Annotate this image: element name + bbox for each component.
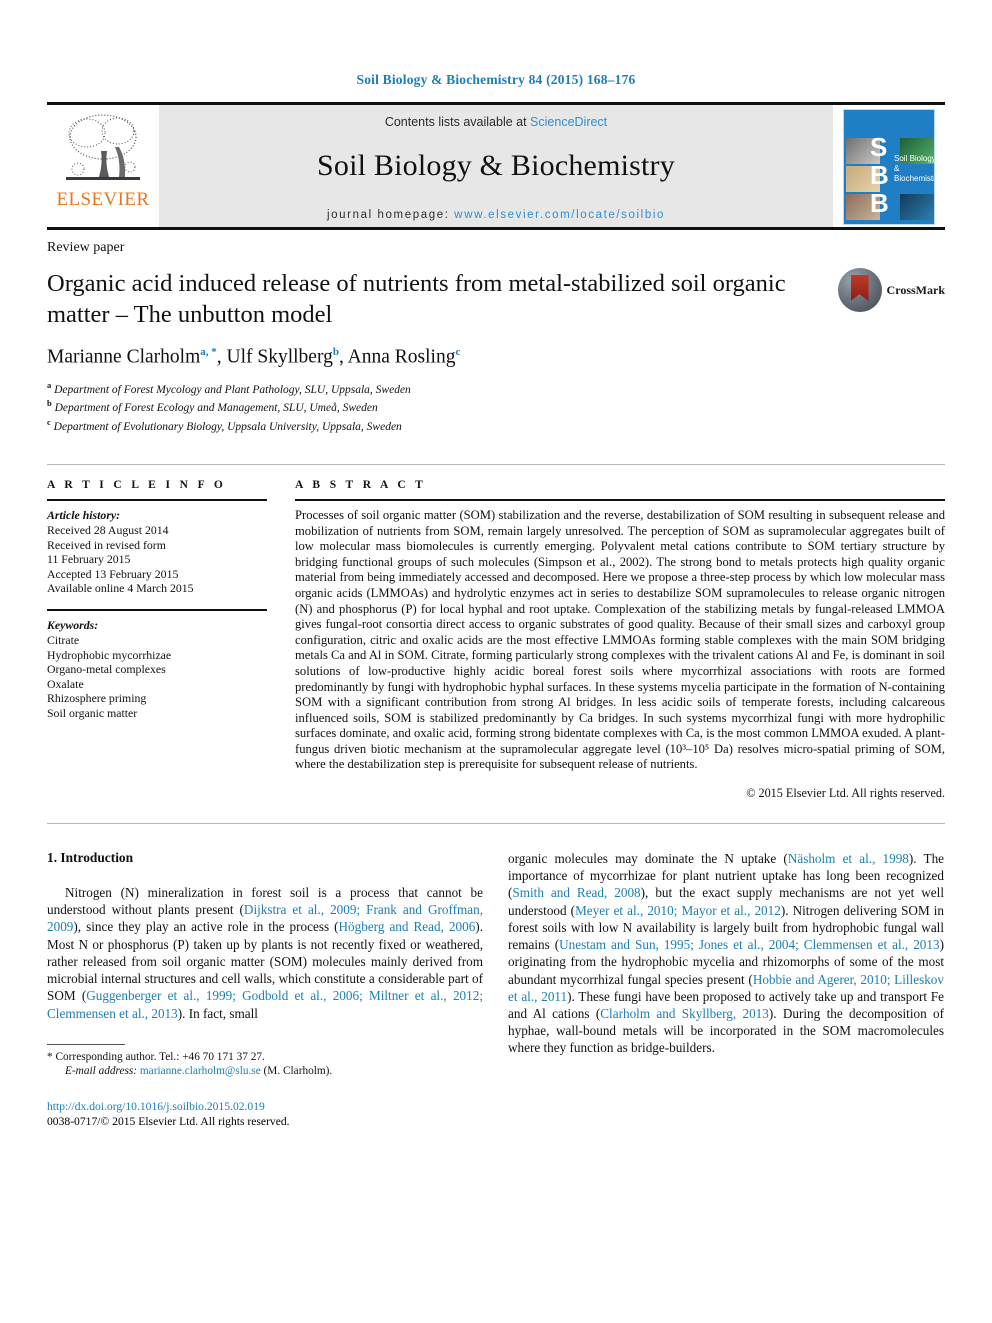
citation-link[interactable]: Smith and Read, 2008 bbox=[512, 885, 640, 900]
author-list: Marianne Clarholma, *, Ulf Skyllbergb, A… bbox=[47, 346, 461, 368]
author-marks: c bbox=[455, 346, 461, 358]
journal-title: Soil Biology & Biochemistry bbox=[317, 149, 675, 182]
email-suffix: (M. Clarholm). bbox=[263, 1065, 333, 1078]
title-block: Review paper Organic acid induced releas… bbox=[47, 240, 945, 330]
author-name: Ulf Skyllberg bbox=[226, 346, 333, 368]
body-separator-rule bbox=[47, 823, 945, 825]
crossmark[interactable]: CrossMark bbox=[837, 268, 945, 312]
affiliation-list: a Department of Forest Mycology and Plan… bbox=[47, 378, 945, 434]
contents-prefix: Contents lists available at bbox=[384, 115, 531, 129]
article-history-item: Available online 4 March 2015 bbox=[47, 581, 194, 596]
body-columns: 1. Introduction Nitrogen (N) mineralizat… bbox=[47, 850, 945, 1128]
keywords-rule bbox=[47, 608, 267, 611]
cover-tile bbox=[900, 194, 934, 220]
author-marks: a, * bbox=[200, 346, 217, 358]
affiliation-item: c Department of Evolutionary Biology, Up… bbox=[47, 415, 945, 434]
masthead-center: Contents lists available at ScienceDirec… bbox=[159, 102, 833, 227]
author-name: Marianne Clarholm bbox=[47, 346, 201, 368]
keywords-label: Keywords: bbox=[47, 617, 99, 632]
cover-image: S B B Soil Biology & Biochemistry bbox=[843, 109, 935, 225]
email-link[interactable]: marianne.clarholm@slu.se bbox=[140, 1065, 261, 1077]
citation-link[interactable]: Meyer et al., 2010; Mayor et al., 2012 bbox=[575, 903, 781, 918]
running-head: Soil Biology & Biochemistry 84 (2015) 16… bbox=[356, 72, 636, 87]
affiliation-item: b Department of Forest Ecology and Manag… bbox=[47, 396, 945, 415]
cover-letter-s: S bbox=[870, 132, 888, 162]
author-marks: b bbox=[332, 346, 339, 358]
affiliation-mark: c bbox=[47, 417, 51, 428]
citation-link[interactable]: Unestam and Sun, 1995; Jones et al., 200… bbox=[559, 937, 939, 952]
journal-masthead: ELSEVIER Contents lists available at Sci… bbox=[47, 102, 945, 227]
keyword-item: Rhizosphere priming bbox=[47, 691, 147, 706]
keyword-item: Hydrophobic mycorrhizae bbox=[47, 647, 172, 662]
cover-title: Soil Biology & Biochemistry bbox=[894, 154, 935, 183]
affiliation-mark: a bbox=[47, 379, 52, 390]
affiliation-mark: b bbox=[47, 398, 52, 409]
author-name: Anna Rosling bbox=[347, 346, 456, 368]
article-page: Soil Biology & Biochemistry 84 (2015) 16… bbox=[0, 0, 992, 1323]
journal-cover-thumbnail: S B B Soil Biology & Biochemistry bbox=[833, 102, 945, 227]
corresponding-author-note: * Corresponding author. Tel.: +46 70 171… bbox=[47, 1050, 483, 1064]
keyword-item: Soil organic matter bbox=[47, 705, 138, 720]
keyword-item: Organo-metal complexes bbox=[47, 662, 166, 677]
affiliation-text: Department of Forest Mycology and Plant … bbox=[54, 383, 411, 396]
sciencedirect-link[interactable]: ScienceDirect bbox=[530, 115, 607, 129]
email-label: E-mail address: bbox=[65, 1065, 138, 1078]
cover-letter-b2: B bbox=[870, 188, 889, 218]
keyword-item: Citrate bbox=[47, 632, 80, 647]
paragraph-text: ). In fact, small bbox=[177, 1005, 258, 1021]
body-column-right: organic molecules may dominate the N upt… bbox=[508, 850, 944, 1128]
citation-link[interactable]: Näsholm et al., 1998 bbox=[788, 851, 909, 866]
corresponding-marker: * bbox=[47, 1050, 53, 1063]
affiliation-item: a Department of Forest Mycology and Plan… bbox=[47, 378, 945, 397]
body-column-left: 1. Introduction Nitrogen (N) mineralizat… bbox=[47, 850, 483, 1128]
journal-homepage-line: journal homepage: www.elsevier.com/locat… bbox=[159, 209, 833, 221]
crossmark-label: CrossMark bbox=[886, 282, 945, 297]
article-history-label: Article history: bbox=[47, 507, 121, 522]
doi-link[interactable]: http://dx.doi.org/10.1016/j.soilbio.2015… bbox=[47, 1099, 483, 1114]
keyword-item: Oxalate bbox=[47, 676, 84, 691]
article-info-heading: A R T I C L E I N F O bbox=[47, 478, 227, 491]
article-history-item: 11 February 2015 bbox=[47, 552, 131, 567]
issn-copyright-line: 0038-0717/© 2015 Elsevier Ltd. All right… bbox=[47, 1114, 290, 1128]
abstract-copyright: © 2015 Elsevier Ltd. All rights reserved… bbox=[746, 786, 945, 801]
email-note: E-mail address: marianne.clarholm@slu.se… bbox=[47, 1064, 483, 1078]
intro-paragraph-left: Nitrogen (N) mineralization in forest so… bbox=[47, 884, 483, 1022]
article-info-column: A R T I C L E I N F O Article history: R… bbox=[47, 479, 267, 801]
article-history-item: Received in revised form bbox=[47, 537, 166, 552]
page-title: Organic acid induced release of nutrient… bbox=[47, 270, 786, 328]
article-history-item: Received 28 August 2014 bbox=[47, 522, 169, 537]
abstract-rule bbox=[295, 498, 945, 501]
doi-block: http://dx.doi.org/10.1016/j.soilbio.2015… bbox=[47, 1099, 483, 1129]
citation-link[interactable]: Högberg and Read, 2006 bbox=[339, 919, 476, 934]
masthead-bottom-rule bbox=[47, 227, 945, 230]
contents-line: Contents lists available at ScienceDirec… bbox=[159, 115, 833, 129]
elsevier-wordmark: ELSEVIER bbox=[56, 189, 150, 210]
abstract-column: A B S T R A C T Processes of soil organi… bbox=[295, 479, 945, 801]
crossmark-badge-icon bbox=[837, 268, 882, 312]
section-heading-introduction: 1. Introduction bbox=[47, 850, 134, 866]
paragraph-text: organic molecules may dominate the N upt… bbox=[508, 851, 788, 867]
publisher-logo: ELSEVIER bbox=[47, 102, 159, 227]
article-info-rule bbox=[47, 498, 267, 501]
paragraph-text: ), since they play an active role in the… bbox=[73, 919, 339, 935]
corresponding-text: Corresponding author. Tel.: +46 70 171 3… bbox=[55, 1050, 265, 1063]
info-abstract-region: A R T I C L E I N F O Article history: R… bbox=[47, 463, 945, 801]
article-history-item: Accepted 13 February 2015 bbox=[47, 566, 179, 581]
citation-link[interactable]: Guggenberger et al., 1999; Godbold et al… bbox=[47, 988, 483, 1020]
affiliation-text: Department of Forest Ecology and Managem… bbox=[54, 402, 378, 415]
journal-homepage-link[interactable]: www.elsevier.com/locate/soilbio bbox=[454, 209, 665, 221]
elsevier-tree-icon bbox=[60, 111, 146, 189]
homepage-prefix: journal homepage: bbox=[327, 209, 455, 221]
abstract-text: Processes of soil organic matter (SOM) s… bbox=[295, 507, 945, 772]
intro-paragraph-right: organic molecules may dominate the N upt… bbox=[508, 850, 944, 1056]
paper-type-label: Review paper bbox=[47, 240, 125, 255]
affiliation-text: Department of Evolutionary Biology, Upps… bbox=[53, 420, 402, 433]
citation-link[interactable]: Clarholm and Skyllberg, 2013 bbox=[600, 1006, 769, 1021]
abstract-heading: A B S T R A C T bbox=[295, 478, 427, 491]
cover-letter-b1: B bbox=[870, 160, 889, 190]
footnote-rule bbox=[47, 1043, 125, 1045]
